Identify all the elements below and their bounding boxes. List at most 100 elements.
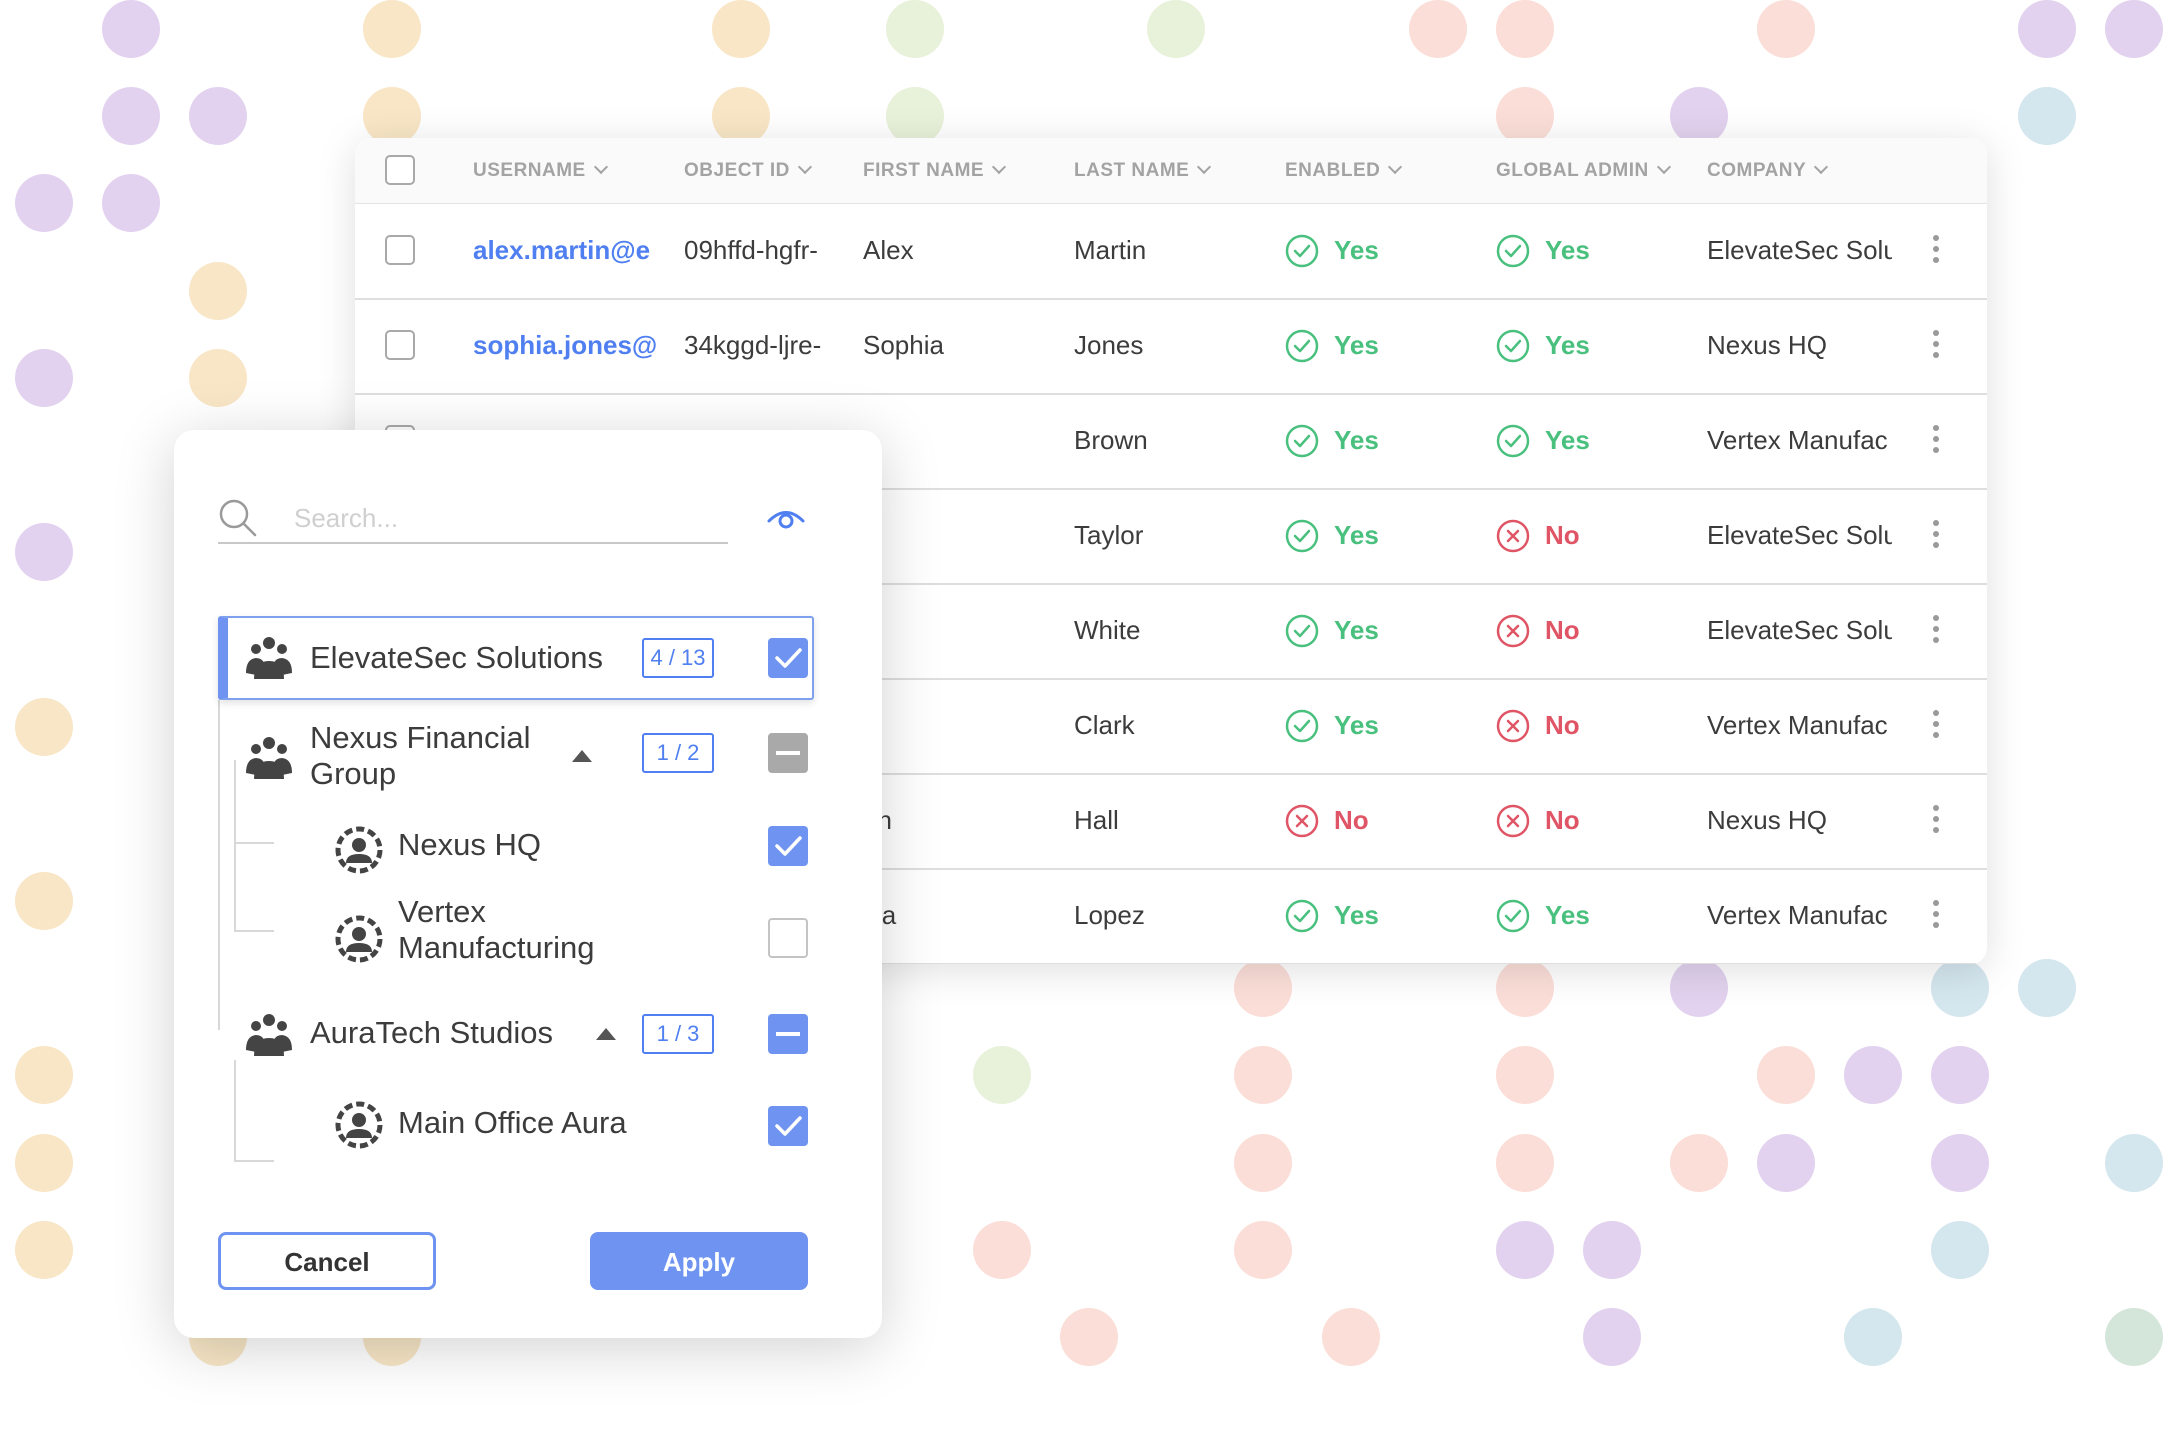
background-dot (1931, 959, 1989, 1017)
org-unit-icon (335, 826, 383, 874)
tree-connector (234, 1060, 236, 1160)
last-name: Martin (1074, 235, 1147, 265)
x-circle-icon (1496, 804, 1530, 837)
kebab-menu-icon[interactable] (1933, 805, 1939, 835)
tree-node-label: Nexus HQ (398, 827, 541, 862)
username-link[interactable]: sophia.jones@ (473, 298, 673, 393)
global-admin-value: Yes (1545, 425, 1590, 455)
last-name: Brown (1074, 425, 1148, 455)
table-row[interactable]: sophia.jones@ 34kggd-ljre- Sophia Jones Yes Y… (355, 298, 1987, 395)
selection-count-badge: 4 / 13 (642, 638, 714, 678)
chevron-down-icon (797, 159, 812, 175)
search-input[interactable] (292, 498, 716, 538)
check-circle-icon (1285, 519, 1319, 552)
search-icon (219, 499, 257, 537)
caret-up-icon[interactable] (572, 750, 592, 762)
check-circle-icon (1285, 614, 1319, 647)
background-dot (1757, 1046, 1815, 1104)
enabled-value: Yes (1334, 615, 1379, 645)
column-header-last-name[interactable]: LAST NAME (1074, 159, 1212, 182)
kebab-menu-icon[interactable] (1933, 235, 1939, 265)
global-admin-status: No (1496, 678, 1580, 773)
company: Nexus HQ (1707, 805, 1827, 835)
column-header-global-admin[interactable]: GLOBAL ADMIN (1496, 159, 1671, 182)
first-name: Alex (863, 235, 914, 265)
check-circle-icon (1496, 424, 1530, 457)
checkbox-unchecked[interactable] (768, 918, 808, 958)
checkbox-checked[interactable] (768, 826, 808, 866)
background-dot (2105, 1134, 2163, 1192)
check-circle-icon (1285, 899, 1319, 932)
tree-node-label: AuraTech Studios (310, 1015, 553, 1050)
select-all-checkbox[interactable] (385, 155, 415, 185)
tree-connector (234, 1160, 274, 1162)
org-unit-icon (335, 1101, 383, 1149)
column-header-first-name[interactable]: FIRST NAME (863, 159, 1007, 182)
background-dot (1931, 1046, 1989, 1104)
cancel-button[interactable]: Cancel (218, 1232, 436, 1290)
background-dot (1844, 1046, 1902, 1104)
chevron-down-icon (1814, 159, 1829, 175)
checkbox-checked[interactable] (768, 1106, 808, 1146)
background-dot (15, 698, 73, 756)
username-link[interactable]: alex.martin@e (473, 203, 673, 298)
checkbox-partial[interactable] (768, 1014, 808, 1054)
global-admin-value: No (1545, 520, 1580, 550)
background-dot (2018, 959, 2076, 1017)
checkbox-checked[interactable] (768, 638, 808, 678)
column-header-object-id[interactable]: OBJECT ID (684, 159, 812, 182)
first-name: ica (863, 868, 1063, 963)
column-header-company[interactable]: COMPANY (1707, 159, 1829, 182)
background-dot (1670, 87, 1728, 145)
caret-up-icon[interactable] (596, 1028, 616, 1040)
global-admin-status: Yes (1496, 298, 1590, 393)
kebab-menu-icon[interactable] (1933, 615, 1939, 645)
kebab-menu-icon[interactable] (1933, 520, 1939, 550)
background-dot (1496, 1046, 1554, 1104)
background-dot (15, 1046, 73, 1104)
org-group-icon (246, 1014, 292, 1056)
global-admin-value: Yes (1545, 330, 1590, 360)
enabled-value: Yes (1334, 425, 1379, 455)
first-name: n (863, 583, 1063, 678)
kebab-menu-icon[interactable] (1933, 900, 1939, 930)
enabled-value: Yes (1334, 235, 1379, 265)
background-dot (712, 87, 770, 145)
company: ElevateSec Solu (1707, 520, 1892, 550)
column-header-username[interactable]: USERNAME (473, 159, 608, 182)
enabled-value: Yes (1334, 520, 1379, 550)
column-header-enabled[interactable]: ENABLED (1285, 159, 1403, 182)
background-dot (363, 87, 421, 145)
dash-icon (776, 751, 800, 755)
table-row[interactable]: alex.martin@e 09hffd-hgfr- Alex Martin Yes Ye… (355, 203, 1987, 300)
last-name: Taylor (1074, 520, 1144, 550)
enabled-value: Yes (1334, 710, 1379, 740)
apply-button[interactable]: Apply (590, 1232, 808, 1290)
enabled-status: Yes (1285, 583, 1379, 678)
kebab-menu-icon[interactable] (1933, 710, 1939, 740)
background-dot (1757, 0, 1815, 58)
check-circle-icon (1285, 329, 1319, 362)
background-dot (973, 1046, 1031, 1104)
checkbox-partial[interactable] (768, 733, 808, 773)
last-name: White (1074, 615, 1141, 645)
enabled-status: Yes (1285, 393, 1379, 488)
global-admin-status: Yes (1496, 203, 1590, 298)
kebab-menu-icon[interactable] (1933, 330, 1939, 360)
row-checkbox[interactable] (385, 235, 415, 265)
background-dot (1496, 87, 1554, 145)
background-dot (1583, 1221, 1641, 1279)
enabled-status: Yes (1285, 203, 1379, 298)
last-name: Clark (1074, 710, 1135, 740)
chevron-down-icon (1656, 159, 1671, 175)
background-dot (2018, 0, 2076, 58)
background-dot (2105, 1308, 2163, 1366)
row-checkbox[interactable] (385, 330, 415, 360)
kebab-menu-icon[interactable] (1933, 425, 1939, 455)
eye-icon[interactable] (766, 504, 806, 534)
background-dot (189, 349, 247, 407)
global-admin-status: No (1496, 773, 1580, 868)
x-circle-icon (1496, 614, 1530, 647)
org-unit-icon (335, 915, 383, 963)
check-circle-icon (1496, 899, 1530, 932)
